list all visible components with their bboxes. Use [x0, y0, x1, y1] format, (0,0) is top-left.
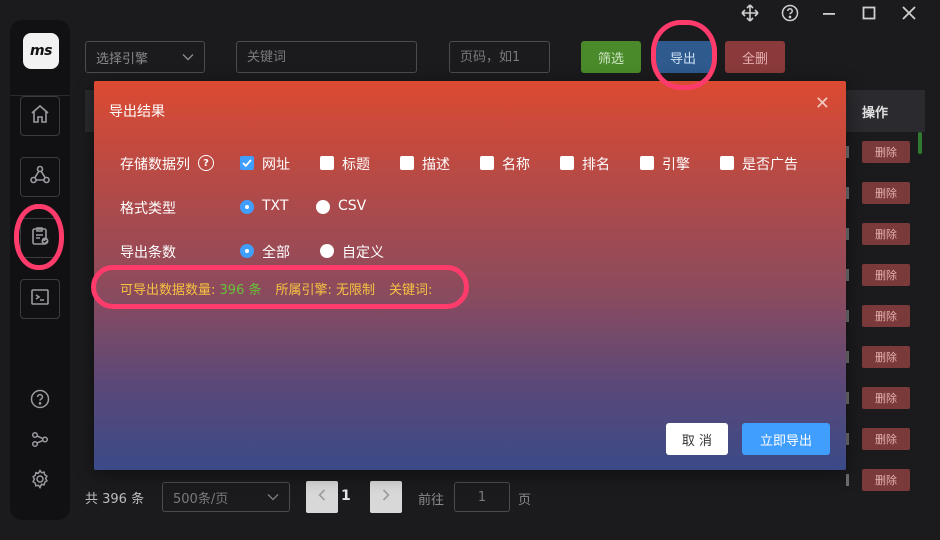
dialog-close-icon[interactable]: ✕ [815, 95, 830, 113]
radio-txt[interactable] [240, 200, 254, 214]
row-delete-button[interactable]: 删除 [862, 264, 910, 286]
current-page[interactable]: 1 [341, 488, 351, 504]
row-delete-button[interactable]: 删除 [862, 469, 910, 491]
checkbox-name-label[interactable]: 名称 [502, 154, 530, 174]
radio-custom-label[interactable]: 自定义 [342, 242, 384, 262]
close-icon[interactable] [898, 2, 920, 24]
app-logo: ms [23, 33, 59, 69]
summary-engine: 所属引擎: 无限制 [275, 283, 375, 298]
delete-all-button[interactable]: 全删 [725, 41, 785, 73]
checkbox-url[interactable] [240, 156, 254, 170]
goto-suffix: 页 [518, 493, 532, 508]
row-delete-button[interactable]: 删除 [862, 141, 910, 163]
row-delete-button[interactable]: 删除 [862, 387, 910, 409]
export-dialog: 导出结果 ✕ 存储数据列 ? 网址 标题 描述 名称 排名 引擎 是否广告 格式… [94, 81, 846, 470]
gear-icon [30, 469, 50, 493]
row-delete-button[interactable]: 删除 [862, 182, 910, 204]
help-circle-icon[interactable] [779, 2, 801, 24]
table-row [846, 351, 849, 363]
checkbox-engine-label[interactable]: 引擎 [662, 154, 690, 174]
radio-csv-label[interactable]: CSV [338, 198, 366, 214]
move-icon[interactable] [739, 2, 761, 24]
row-delete-button[interactable]: 删除 [862, 305, 910, 327]
minimize-icon[interactable] [818, 2, 840, 24]
cancel-button[interactable]: 取 消 [666, 423, 728, 455]
op-column-header: 操作 [862, 106, 889, 121]
table-scrollbar[interactable] [918, 132, 922, 154]
share-nodes-icon [29, 164, 51, 190]
checkbox-rank-label[interactable]: 排名 [582, 154, 610, 174]
row-delete-button[interactable]: 删除 [862, 223, 910, 245]
checkbox-name[interactable] [480, 156, 494, 170]
goto-label: 前往 [418, 493, 445, 508]
table-row [846, 146, 849, 158]
sidebar: ms [10, 20, 70, 520]
filter-button[interactable]: 筛选 [581, 41, 641, 73]
page-size-select[interactable]: 500条/页 [162, 482, 290, 512]
sidebar-help[interactable] [28, 389, 52, 413]
clipboard-check-icon [29, 225, 51, 251]
radio-all-label[interactable]: 全部 [262, 242, 290, 262]
table-row [846, 187, 849, 199]
summary-keyword: 关键词: [389, 283, 433, 298]
checkbox-url-label[interactable]: 网址 [262, 154, 290, 174]
next-page-button[interactable] [370, 481, 402, 513]
logo-text: ms [30, 43, 52, 59]
table-row [846, 269, 849, 281]
summary-count-prefix: 可导出数据数量: [120, 283, 216, 298]
checkbox-is-ad-label[interactable]: 是否广告 [742, 154, 798, 174]
checkbox-title[interactable] [320, 156, 334, 170]
count-label: 导出条数 [120, 245, 176, 261]
prev-page-button[interactable] [306, 481, 338, 513]
columns-label: 存储数据列 [120, 157, 190, 173]
engine-select[interactable]: 选择引擎 [85, 41, 205, 73]
nodes-icon [30, 429, 50, 453]
summary-count-value: 396 条 [219, 283, 262, 298]
home-icon [29, 103, 51, 129]
checkbox-description[interactable] [400, 156, 414, 170]
sidebar-settings[interactable] [28, 469, 52, 493]
table-row [846, 433, 849, 445]
chevron-right-icon [382, 489, 390, 505]
table-row [846, 474, 849, 486]
checkbox-engine[interactable] [640, 156, 654, 170]
sidebar-item-results[interactable] [20, 218, 60, 258]
format-label: 格式类型 [120, 201, 176, 217]
sidebar-item-home[interactable] [20, 96, 60, 136]
chevron-left-icon [318, 489, 326, 505]
sidebar-item-share[interactable] [20, 157, 60, 197]
checkbox-description-label[interactable]: 描述 [422, 154, 450, 174]
radio-txt-label[interactable]: TXT [262, 198, 288, 214]
row-delete-button[interactable]: 删除 [862, 346, 910, 368]
export-button[interactable]: 导出 [653, 41, 713, 73]
checkbox-title-label[interactable]: 标题 [342, 154, 370, 174]
table-row [846, 228, 849, 240]
sidebar-nodes[interactable] [28, 429, 52, 453]
sidebar-item-terminal[interactable] [20, 279, 60, 319]
export-now-button[interactable]: 立即导出 [742, 423, 830, 455]
total-count: 共 396 条 [85, 492, 145, 507]
chevron-down-icon [182, 50, 194, 65]
maximize-icon[interactable] [858, 2, 880, 24]
goto-page-input[interactable]: 1 [454, 482, 510, 512]
page-size-value: 500条/页 [173, 491, 229, 507]
engine-select-value: 选择引擎 [96, 51, 149, 67]
keyword-input[interactable] [236, 41, 417, 73]
question-circle-icon [30, 389, 50, 413]
checkbox-rank[interactable] [560, 156, 574, 170]
question-circle-icon[interactable]: ? [198, 155, 214, 171]
page-input[interactable] [449, 41, 550, 73]
export-summary: 可导出数据数量: 396 条所属引擎: 无限制 关键词: [120, 279, 432, 298]
dialog-title: 导出结果 [109, 104, 165, 120]
table-row [846, 310, 849, 322]
radio-custom[interactable] [320, 244, 334, 258]
radio-all[interactable] [240, 244, 254, 258]
table-row [846, 392, 849, 404]
radio-csv[interactable] [316, 200, 330, 214]
chevron-down-icon [267, 490, 279, 505]
terminal-icon [29, 286, 51, 312]
row-delete-button[interactable]: 删除 [862, 428, 910, 450]
checkbox-is-ad[interactable] [720, 156, 734, 170]
